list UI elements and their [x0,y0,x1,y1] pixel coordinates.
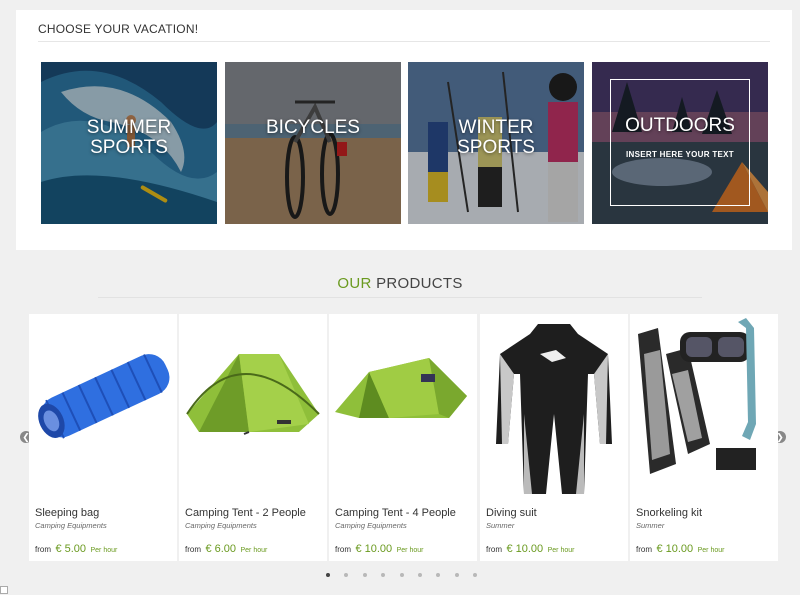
product-price-row: from € 10.00 Per hour [636,539,724,557]
product-price-row: from € 10.00 Per hour [486,539,574,557]
product-price: € 5.00 [55,543,87,555]
tile-bicycles[interactable]: BICYCLES [225,62,401,224]
tile-title: OUTDOORS [592,116,768,136]
price-from-label: from [636,545,652,554]
vacation-panel: CHOOSE YOUR VACATION! SUMMER SPORTS BICY… [16,10,792,250]
tile-summer-sports[interactable]: SUMMER SPORTS [41,62,217,224]
tile-frame [610,79,750,206]
tile-title-line1: OUTDOORS [625,115,735,136]
price-unit: Per hour [697,547,725,554]
tile-title-line1: BICYCLES [266,117,360,138]
tent-image [186,354,320,435]
price-from-label: from [335,545,351,554]
price-from-label: from [486,545,502,554]
product-category: Camping Equipments [185,521,257,530]
carousel-dot[interactable] [454,573,459,577]
wetsuit-image [496,324,612,494]
tile-title-line2: SPORTS [457,137,535,158]
product-name[interactable]: Snorkeling kit [636,507,702,519]
product-card[interactable]: Camping Tent - 4 People Camping Equipmen… [329,314,477,561]
product-price: € 6.00 [205,543,237,555]
tile-title-line1: WINTER [458,117,534,138]
product-card[interactable]: Camping Tent - 2 People Camping Equipmen… [179,314,327,561]
product-name[interactable]: Camping Tent - 4 People [335,507,456,519]
carousel-dot[interactable] [344,573,349,577]
vacation-title: CHOOSE YOUR VACATION! [38,22,199,36]
carousel-dot[interactable] [418,573,422,577]
carousel-dot[interactable] [436,573,441,577]
divider [38,41,770,42]
tile-title-line1: SUMMER [86,117,172,138]
product-card[interactable]: Snorkeling kit Summer from € 10.00 Per h… [630,314,778,561]
broken-image-icon [0,586,8,594]
tile-winter-sports[interactable]: WINTER SPORTS [408,62,584,224]
tile-title: BICYCLES [225,118,401,138]
product-name[interactable]: Diving suit [486,507,537,519]
product-card[interactable]: Sleeping bag Camping Equipments from € 5… [29,314,177,561]
heading-products: PRODUCTS [376,275,463,292]
tile-outdoors[interactable]: OUTDOORS INSERT HERE YOUR TEXT [592,62,768,224]
sleeping-bag-image [38,354,170,439]
product-category: Summer [636,521,665,530]
price-from-label: from [35,545,51,554]
price-unit: Per hour [240,547,268,554]
product-category: Camping Equipments [35,521,107,530]
product-price-row: from € 10.00 Per hour [335,539,423,557]
price-unit: Per hour [547,547,575,554]
carousel-dot[interactable] [362,573,367,577]
tile-title: WINTER SPORTS [408,118,584,158]
product-card[interactable]: Diving suit Summer from € 10.00 Per hour [480,314,628,561]
product-name[interactable]: Camping Tent - 2 People [185,507,306,519]
price-unit: Per hour [396,547,424,554]
product-category: Summer [486,521,515,530]
tent-image [335,358,467,418]
carousel-dot[interactable] [473,573,478,577]
product-price-row: from € 5.00 Per hour [35,539,117,557]
snorkel-kit-image [638,318,756,474]
heading-our: OUR [337,275,372,292]
tile-subtitle: INSERT HERE YOUR TEXT [626,150,734,159]
carousel-dot[interactable] [399,573,404,577]
divider [98,297,702,298]
product-price-row: from € 6.00 Per hour [185,539,267,557]
carousel-dot[interactable] [326,573,330,577]
carousel-pagination [326,573,486,579]
carousel-dot[interactable] [381,573,386,577]
price-from-label: from [185,545,201,554]
product-name[interactable]: Sleeping bag [35,507,99,519]
tile-title: SUMMER SPORTS [41,118,217,158]
product-price: € 10.00 [656,543,694,555]
product-category: Camping Equipments [335,521,407,530]
products-heading: OUR PRODUCTS [0,275,800,292]
product-price: € 10.00 [506,543,544,555]
tile-title-line2: SPORTS [90,137,168,158]
product-price: € 10.00 [355,543,393,555]
price-unit: Per hour [90,547,118,554]
